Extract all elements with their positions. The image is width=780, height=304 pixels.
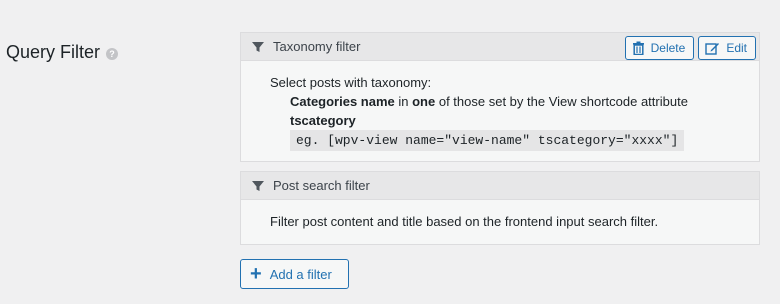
delete-label: Delete: [650, 41, 686, 55]
trash-icon: [632, 41, 644, 55]
taxonomy-intro: Select posts with taxonomy:: [270, 75, 432, 90]
rest-text: of those set by the View shortcode attri…: [435, 94, 688, 109]
funnel-icon: [251, 179, 265, 193]
filter-title: Taxonomy filter: [273, 39, 361, 54]
edit-label: Edit: [726, 41, 747, 55]
edit-button[interactable]: Edit: [698, 36, 756, 60]
example-code: eg. [wpv-view name="view-name" tscategor…: [290, 130, 685, 151]
query-filter-section: Query Filter ? Taxonomy filter Delete Ed…: [0, 0, 780, 304]
filter-actions: Delete Edit: [624, 36, 756, 60]
post-search-description: Filter post content and title based on t…: [270, 214, 659, 229]
one-text: one: [412, 94, 436, 109]
in-text: in: [394, 94, 413, 109]
section-title: Query Filter: [6, 42, 101, 62]
section-heading: Query Filter ?: [6, 42, 119, 63]
delete-button[interactable]: Delete: [624, 36, 695, 60]
post-search-filter-header: Post search filter: [241, 172, 759, 200]
plus-icon: +: [250, 263, 262, 285]
attribute-name: tscategory: [290, 113, 356, 128]
filter-title: Post search filter: [273, 178, 370, 193]
add-filter-button[interactable]: + Add a filter: [240, 259, 349, 289]
edit-icon: [705, 43, 720, 55]
post-search-filter-body: Filter post content and title based on t…: [241, 200, 759, 229]
taxonomy-name: Categories name: [290, 94, 395, 109]
taxonomy-description: Categories name in one of those set by t…: [270, 94, 759, 151]
funnel-icon: [251, 40, 265, 54]
taxonomy-filter-panel: Taxonomy filter Delete Edit Select posts…: [240, 32, 760, 162]
post-search-filter-panel: Post search filter Filter post content a…: [240, 171, 760, 245]
help-icon[interactable]: ?: [106, 48, 119, 60]
taxonomy-filter-header: Taxonomy filter Delete Edit: [241, 33, 759, 61]
add-filter-label: Add a filter: [269, 266, 332, 282]
taxonomy-filter-body: Select posts with taxonomy: Categories n…: [241, 61, 759, 151]
